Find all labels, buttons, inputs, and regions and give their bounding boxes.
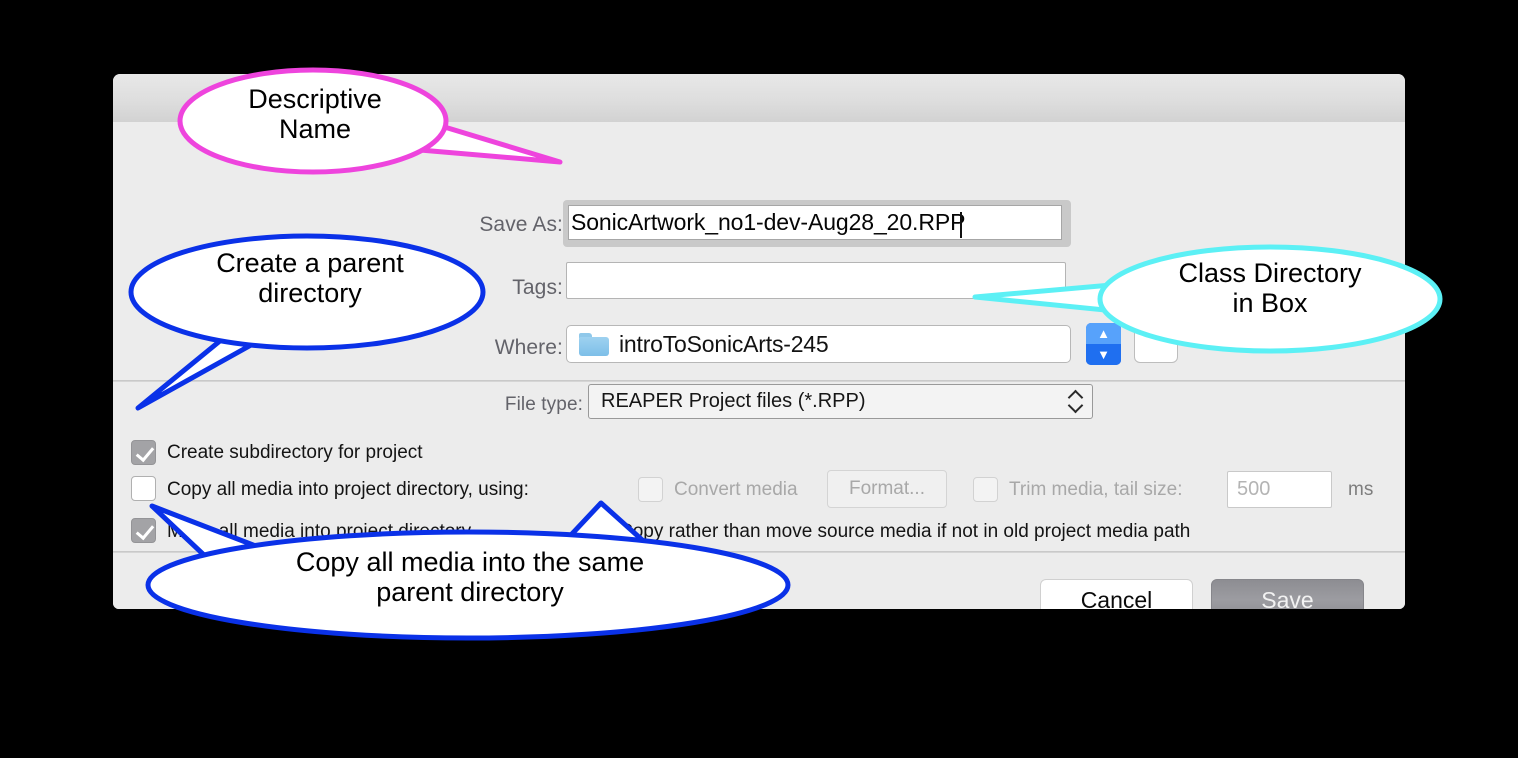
copy-all-media-checkbox[interactable]	[131, 476, 156, 501]
tags-input[interactable]	[566, 262, 1066, 299]
where-select[interactable]: introToSonicArts-245	[566, 325, 1071, 363]
save-button[interactable]: Save	[1211, 579, 1364, 609]
trim-units-label: ms	[1348, 479, 1374, 500]
trim-media-checkbox	[973, 477, 998, 502]
trim-tail-size-input: 500	[1227, 471, 1332, 508]
dialog-body: Save As: SonicArtwork_no1-dev-Aug28_20.R…	[113, 122, 1405, 609]
divider-upper	[113, 380, 1405, 382]
file-type-label: File type:	[504, 394, 583, 415]
save-as-input[interactable]: SonicArtwork_no1-dev-Aug28_20.RPP	[568, 205, 1062, 240]
cancel-button[interactable]: Cancel	[1040, 579, 1193, 609]
chevron-down-icon[interactable]: ▼	[1086, 344, 1121, 365]
format-button: Format...	[827, 470, 947, 508]
copy-rather-than-move-checkbox[interactable]	[583, 518, 608, 543]
divider-lower	[113, 551, 1405, 553]
save-as-focus-ring: SonicArtwork_no1-dev-Aug28_20.RPP	[563, 200, 1071, 247]
save-as-label: Save As:	[479, 213, 563, 236]
tags-label: Tags:	[512, 276, 563, 299]
trim-media-label: Trim media, tail size:	[1009, 479, 1183, 500]
copy-rather-than-move-label[interactable]: Copy rather than move source media if no…	[619, 521, 1190, 543]
dialog-title-bar[interactable]	[113, 74, 1405, 123]
folder-icon	[579, 332, 609, 356]
file-type-value: REAPER Project files (*.RPP)	[601, 390, 866, 412]
file-type-dropdown[interactable]: REAPER Project files (*.RPP)	[588, 384, 1093, 419]
where-value: introToSonicArts-245	[619, 330, 829, 357]
convert-media-label: Convert media	[674, 479, 798, 500]
save-dialog: Save As: SonicArtwork_no1-dev-Aug28_20.R…	[113, 74, 1405, 609]
move-all-media-label[interactable]: Move all media into project directory	[167, 521, 471, 543]
chevron-up-down-icon	[1068, 389, 1084, 415]
where-label: Where:	[494, 336, 563, 359]
move-all-media-checkbox[interactable]	[131, 518, 156, 543]
where-new-folder-button[interactable]	[1134, 325, 1178, 363]
save-as-value: SonicArtwork_no1-dev-Aug28_20.RPP	[571, 209, 966, 235]
copy-all-media-label[interactable]: Copy all media into project directory, u…	[167, 479, 529, 501]
chevron-up-icon[interactable]: ▲	[1086, 323, 1121, 344]
where-stepper[interactable]: ▲ ▼	[1086, 323, 1121, 365]
text-caret	[960, 212, 962, 238]
create-subdirectory-checkbox[interactable]	[131, 440, 156, 465]
convert-media-checkbox	[638, 477, 663, 502]
create-subdirectory-label[interactable]: Create subdirectory for project	[167, 442, 423, 464]
